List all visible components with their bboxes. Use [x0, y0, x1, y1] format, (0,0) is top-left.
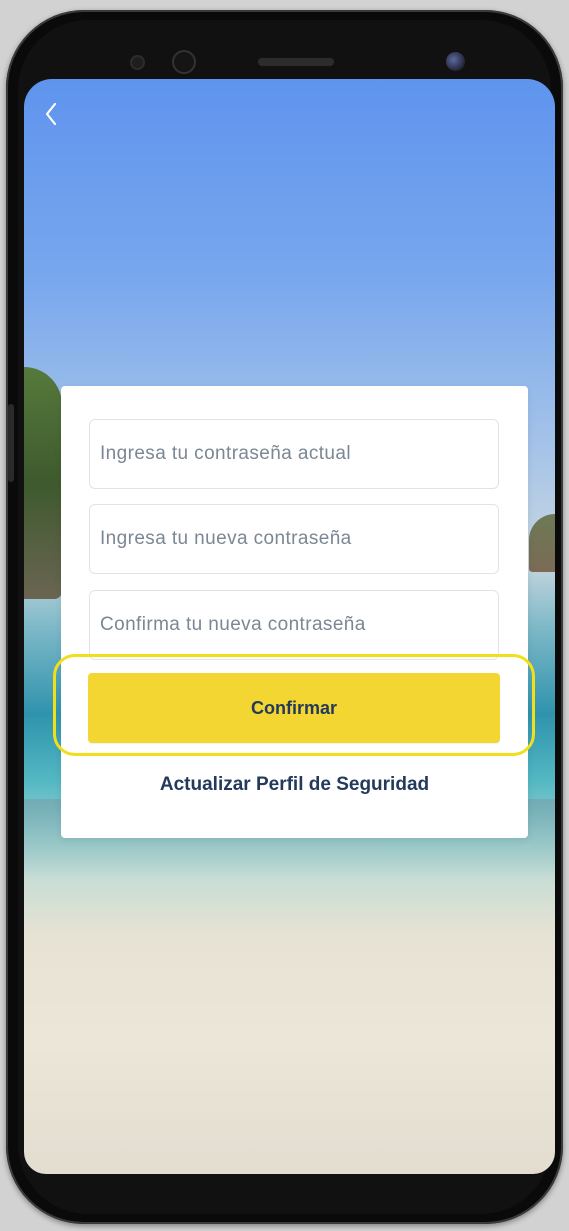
back-button[interactable]: [38, 97, 64, 131]
front-camera: [446, 52, 465, 71]
update-security-profile-link[interactable]: Actualizar Perfil de Seguridad: [61, 774, 528, 796]
confirm-password-input[interactable]: [90, 591, 498, 659]
confirm-password-field[interactable]: [89, 590, 499, 660]
background-island-right: [529, 514, 555, 572]
iris-sensor: [172, 50, 196, 74]
new-password-field[interactable]: [89, 504, 499, 574]
new-password-input[interactable]: [90, 505, 498, 573]
confirm-button[interactable]: Confirmar: [88, 673, 500, 743]
chevron-left-icon: [45, 102, 57, 126]
app-screen: Confirmar Actualizar Perfil de Seguridad: [24, 79, 555, 1174]
current-password-field[interactable]: [89, 419, 499, 489]
current-password-input[interactable]: [90, 420, 498, 488]
background-island-left: [24, 367, 62, 599]
proximity-sensor: [130, 55, 145, 70]
earpiece-speaker: [258, 58, 334, 66]
change-password-card: Confirmar Actualizar Perfil de Seguridad: [53, 386, 535, 838]
side-button: [8, 404, 14, 482]
